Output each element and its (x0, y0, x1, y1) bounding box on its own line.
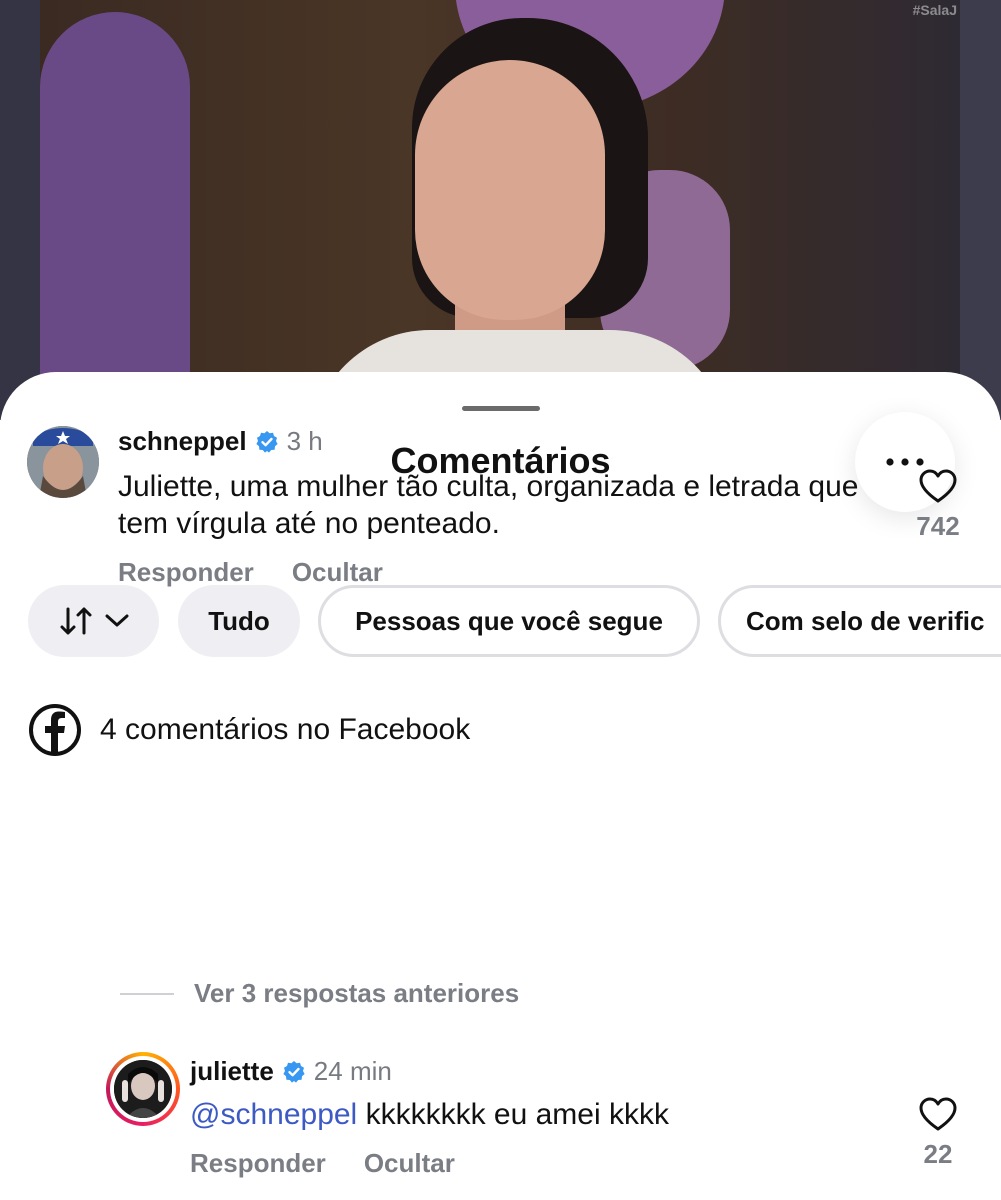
background-arch (40, 12, 190, 420)
facebook-comments-text: 4 comentários no Facebook (100, 713, 471, 746)
comment-header: juliette 24 min (190, 1056, 392, 1087)
comment-header: schneppel 3 h (118, 426, 323, 457)
like-column: 742 (908, 468, 968, 542)
video-edge-right (960, 0, 1001, 420)
verified-badge-icon (283, 1060, 305, 1083)
reply-body: kkkkkkkk eu amei kkkk (357, 1098, 669, 1131)
like-count: 742 (916, 511, 960, 541)
hide-button[interactable]: Ocultar (364, 1148, 455, 1179)
person-face (415, 60, 605, 320)
drag-handle[interactable] (462, 406, 540, 411)
comment-actions: Responder Ocultar (190, 1148, 455, 1179)
facebook-comments-link[interactable]: 4 comentários no Facebook (28, 704, 470, 756)
heart-icon[interactable] (918, 468, 958, 504)
mention-link[interactable]: @schneppel (190, 1098, 357, 1131)
comment-item: schneppel 3 h Juliette, uma mulher tão c… (0, 424, 1001, 624)
like-count: 22 (923, 1139, 953, 1169)
comment-text: Juliette, uma mulher tão culta, organiza… (118, 470, 859, 540)
comment-timestamp: 24 min (313, 1056, 392, 1086)
facebook-icon (29, 704, 81, 756)
reply-item: juliette 24 min @schneppel kkkkkkkk eu a… (0, 1050, 1001, 1200)
divider-line (120, 992, 174, 995)
view-previous-replies[interactable]: Ver 3 respostas anteriores (120, 978, 519, 1009)
comment-username[interactable]: juliette (190, 1056, 274, 1087)
video-player[interactable]: #SalaJ (0, 0, 1001, 420)
verified-badge-icon (255, 430, 278, 453)
view-replies-label: Ver 3 respostas anteriores (194, 978, 520, 1008)
video-edge-left (0, 0, 40, 420)
like-column: 22 (908, 1096, 968, 1170)
comment-text: @schneppel kkkkkkkk eu amei kkkk (190, 1096, 890, 1133)
comment-timestamp: 3 h (286, 426, 323, 456)
comment-username[interactable]: schneppel (118, 426, 247, 457)
hide-button[interactable]: Ocultar (292, 557, 383, 588)
heart-icon[interactable] (918, 1096, 958, 1132)
video-watermark: #SalaJ (912, 2, 957, 18)
avatar (114, 1060, 172, 1118)
reply-button[interactable]: Responder (118, 557, 254, 588)
reply-button[interactable]: Responder (190, 1148, 326, 1179)
avatar[interactable] (27, 426, 99, 498)
comment-actions: Responder Ocultar (118, 557, 383, 588)
story-ring[interactable] (106, 1052, 180, 1126)
